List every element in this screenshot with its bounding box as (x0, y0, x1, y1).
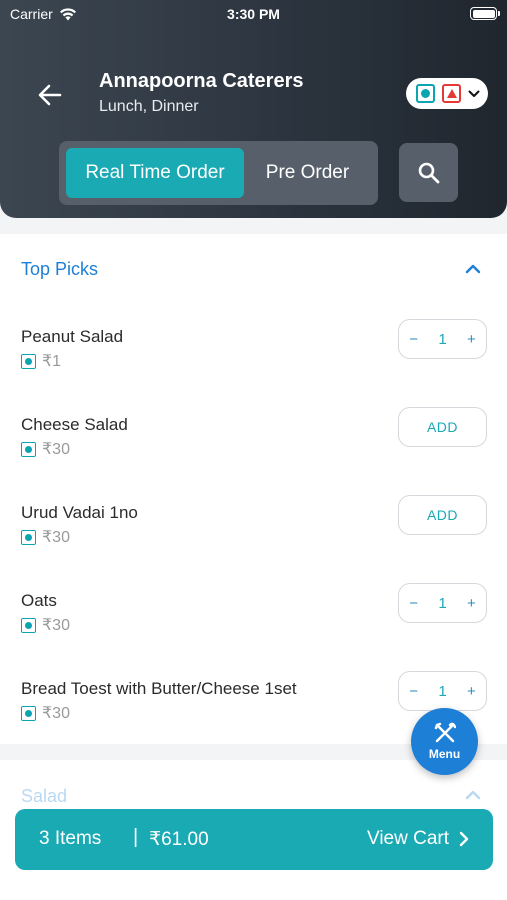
menu-fab-label: Menu (428, 747, 461, 761)
decrement-button[interactable]: − (409, 683, 418, 700)
view-cart-bar[interactable]: 3 Items | ₹61.00 View Cart (15, 809, 493, 870)
status-bar: Carrier 3:30 PM (0, 0, 507, 28)
real-time-order-tab[interactable]: Real Time Order (66, 148, 244, 198)
search-icon (418, 162, 439, 183)
item-price: ₹30 (42, 441, 70, 458)
top-picks-section: Top Picks Peanut Salad ₹1 − 1 + Cheese S… (0, 234, 507, 744)
section-title: Salad (21, 786, 68, 806)
increment-button[interactable]: + (467, 595, 476, 612)
top-picks-header[interactable]: Top Picks (0, 234, 507, 306)
veg-icon (21, 705, 36, 721)
decrement-button[interactable]: − (409, 331, 418, 348)
item-name: Cheese Salad (21, 415, 128, 434)
view-cart-button[interactable]: View Cart (367, 828, 469, 850)
screen: Carrier 3:30 PM Annapoorna Caterers Lunc… (0, 0, 507, 900)
menu-fab-button[interactable]: Menu (411, 708, 478, 775)
pre-order-tab[interactable]: Pre Order (244, 148, 371, 198)
chevron-down-icon (468, 90, 480, 97)
item-name: Oats (21, 591, 57, 610)
battery-icon (470, 7, 500, 20)
diet-filter-dropdown[interactable] (406, 78, 488, 109)
item-price: ₹30 (42, 705, 70, 722)
back-button[interactable] (33, 78, 67, 112)
increment-button[interactable]: + (467, 331, 476, 348)
item-price-row: ₹30 (21, 439, 70, 459)
veg-icon (416, 84, 435, 103)
menu-item: Peanut Salad ₹1 − 1 + (0, 319, 507, 415)
veg-icon (21, 617, 36, 633)
veg-icon (21, 529, 36, 545)
add-button[interactable]: ADD (398, 407, 487, 447)
item-price: ₹30 (42, 617, 70, 634)
item-price-row: ₹30 (21, 615, 70, 635)
chevron-up-icon (465, 790, 481, 800)
item-name: Bread Toest with Butter/Cheese 1set (21, 679, 297, 698)
item-name: Urud Vadai 1no (21, 503, 138, 522)
chevron-up-icon (465, 264, 481, 274)
add-button[interactable]: ADD (398, 495, 487, 535)
quantity-value: 1 (438, 330, 447, 348)
page-title: Annapoorna Caterers (99, 70, 304, 92)
increment-button[interactable]: + (467, 683, 476, 700)
item-price: ₹30 (42, 529, 70, 546)
section-title: Top Picks (21, 259, 99, 279)
quantity-stepper: − 1 + (398, 319, 487, 359)
non-veg-icon (442, 84, 461, 103)
item-price-row: ₹30 (21, 703, 70, 723)
item-price-row: ₹30 (21, 527, 70, 547)
order-mode-toggle: Real Time Order Pre Order (59, 141, 378, 205)
cart-separator: | (133, 826, 139, 848)
fork-knife-icon (434, 722, 456, 743)
quantity-value: 1 (438, 682, 447, 700)
veg-icon (21, 441, 36, 457)
quantity-stepper: − 1 + (398, 583, 487, 623)
cart-total: ₹61.00 (149, 829, 209, 850)
quantity-stepper: − 1 + (398, 671, 487, 711)
arrow-left-icon (38, 84, 62, 106)
page-subtitle: Lunch, Dinner (99, 98, 199, 115)
veg-icon (21, 353, 36, 369)
menu-item: Oats ₹30 − 1 + (0, 583, 507, 679)
menu-item: Urud Vadai 1no ₹30 ADD (0, 495, 507, 591)
decrement-button[interactable]: − (409, 595, 418, 612)
header: Carrier 3:30 PM Annapoorna Caterers Lunc… (0, 0, 507, 218)
chevron-right-icon (459, 831, 469, 847)
item-price: ₹1 (42, 353, 62, 370)
menu-item: Cheese Salad ₹30 ADD (0, 407, 507, 503)
view-cart-label: View Cart (366, 828, 449, 849)
clock: 3:30 PM (227, 6, 280, 22)
search-button[interactable] (399, 143, 458, 202)
quantity-value: 1 (438, 594, 447, 612)
cart-item-count: 3 Items (39, 828, 102, 849)
item-price-row: ₹1 (21, 351, 61, 371)
item-name: Peanut Salad (21, 327, 124, 346)
